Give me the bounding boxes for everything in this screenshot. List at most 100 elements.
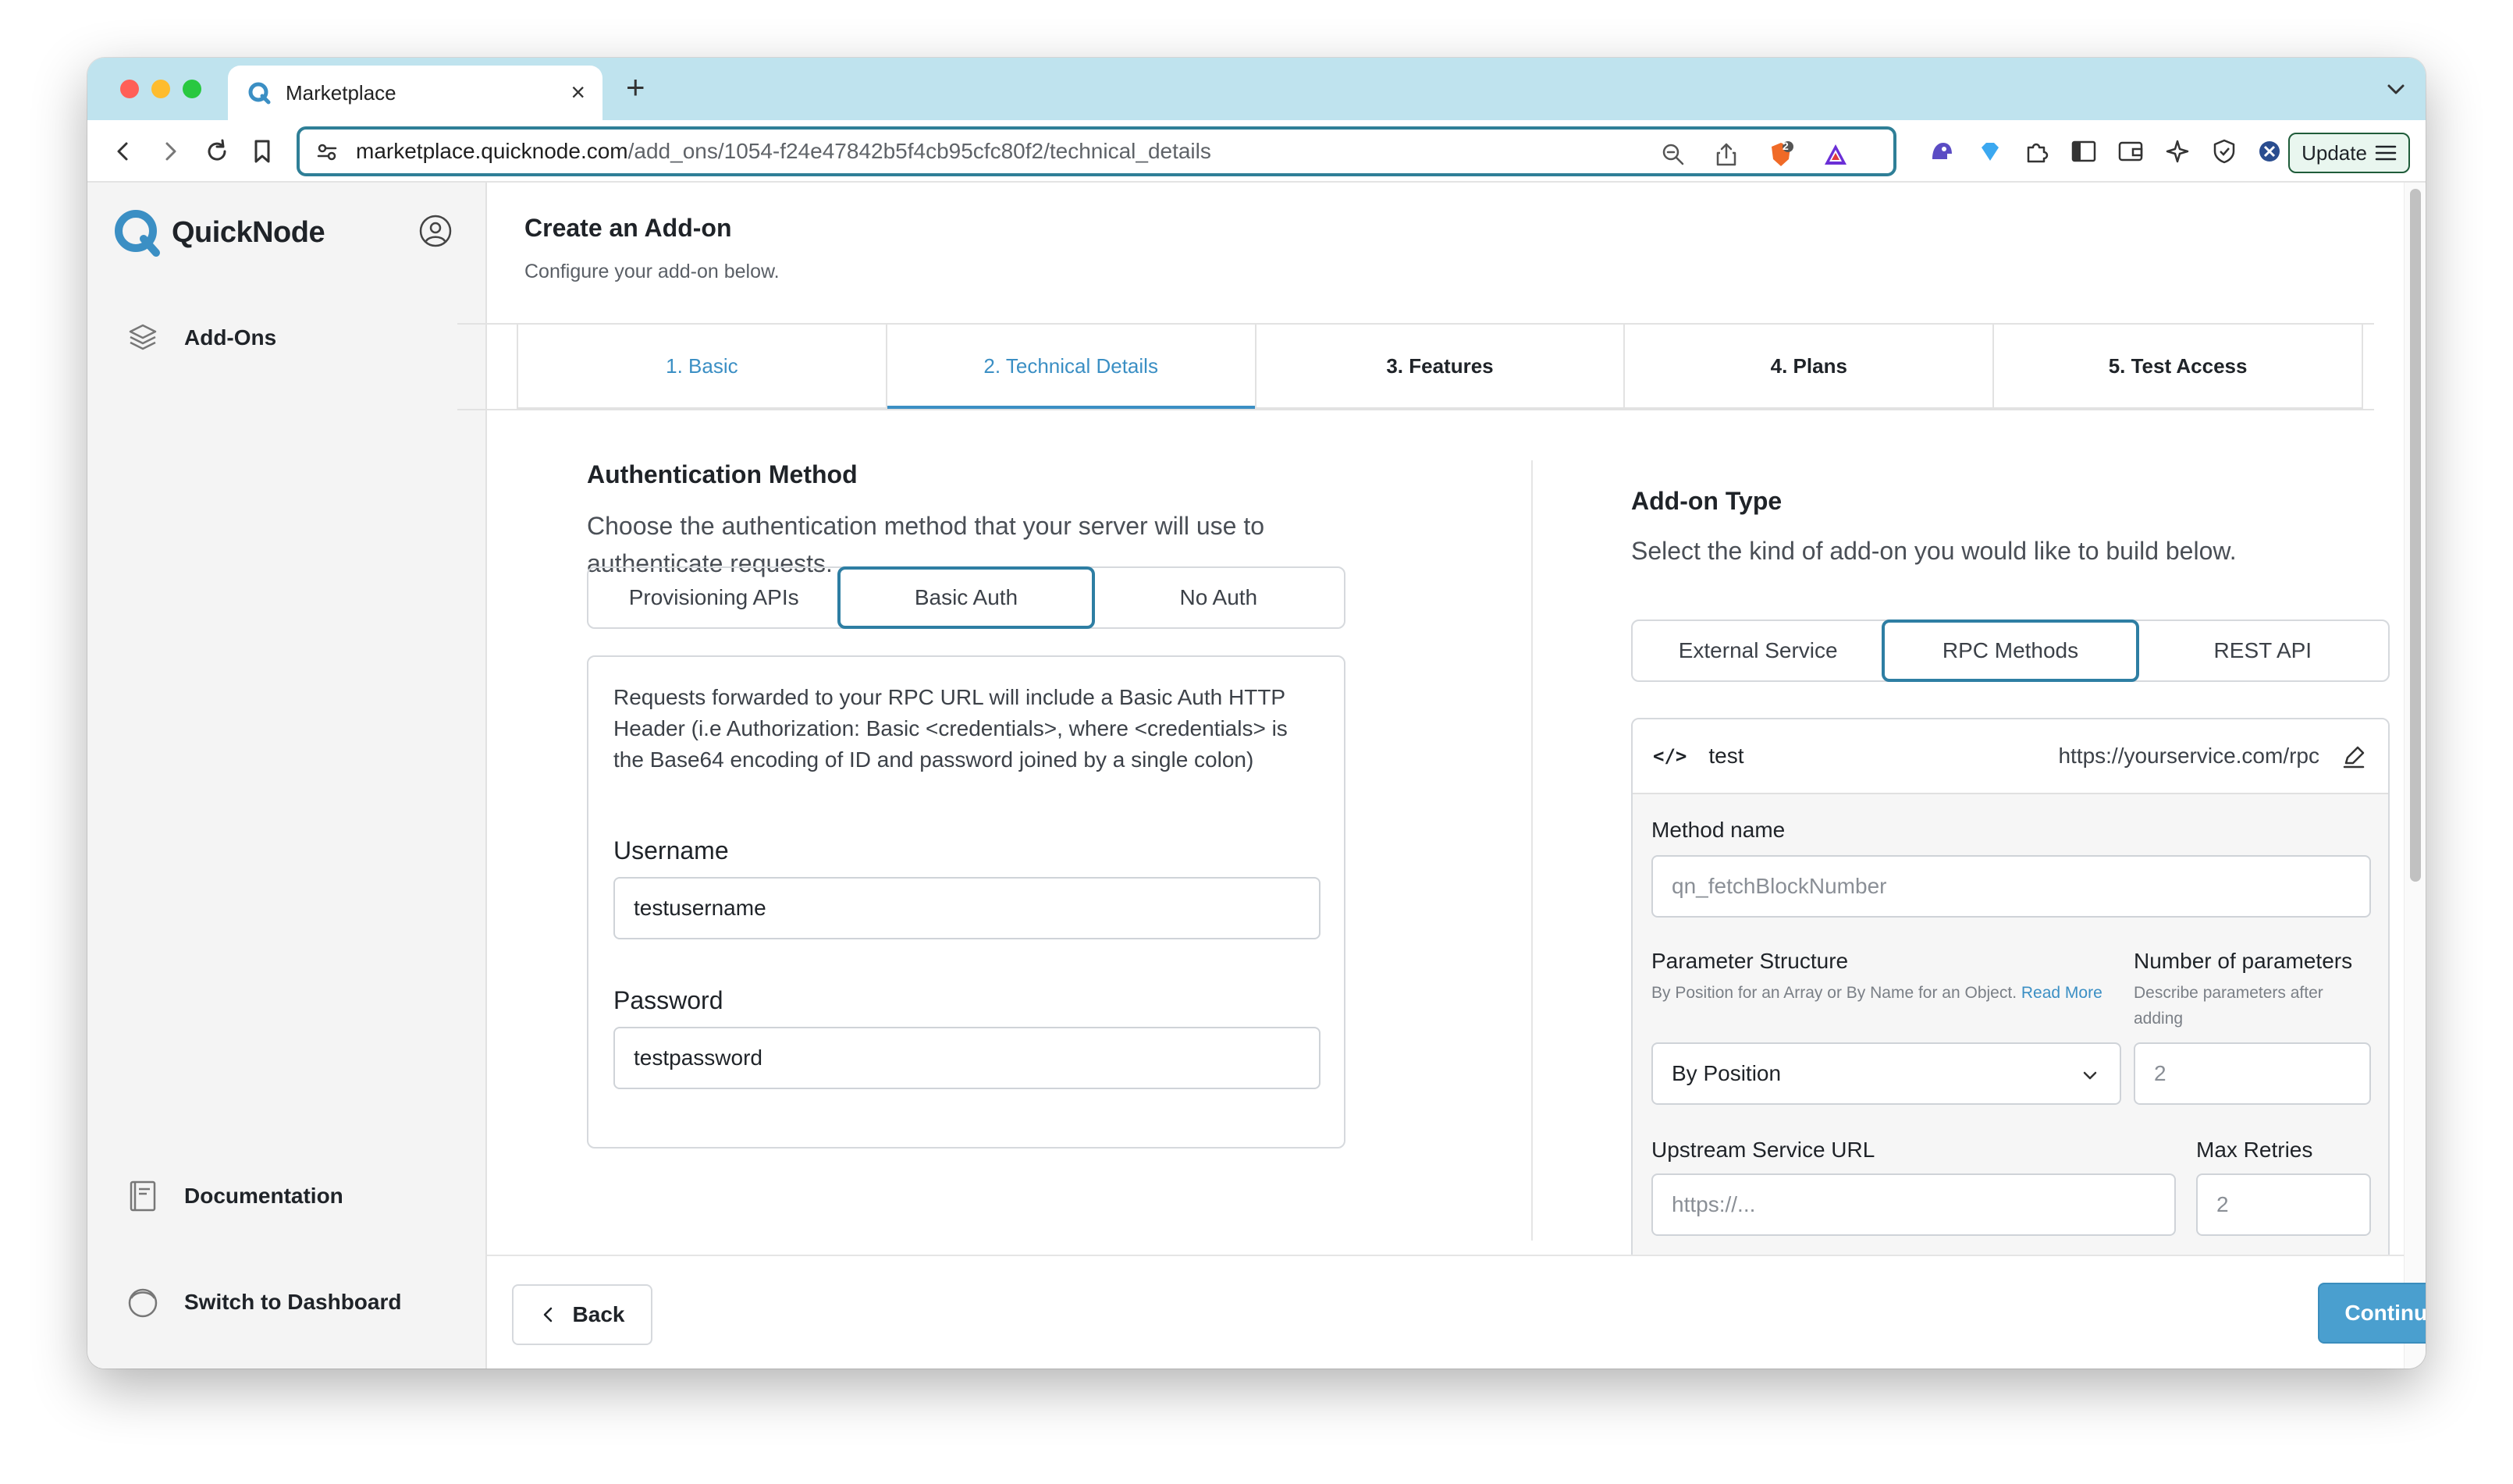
book-icon (125, 1178, 161, 1214)
scrollbar-thumb[interactable] (2410, 189, 2421, 882)
sidebar-item-switch-to-dashboard[interactable]: Switch to Dashboard (125, 1284, 401, 1320)
extensions-puzzle-icon[interactable] (2021, 136, 2053, 167)
basic-auth-card: Requests forwarded to your RPC URL will … (587, 655, 1345, 1149)
upstream-url-input[interactable]: https://... (1651, 1173, 2176, 1236)
auth-method-title: Authentication Method (587, 460, 858, 488)
step-tabs: 1. Basic 2. Technical Details 3. Feature… (517, 323, 2363, 409)
num-params-input[interactable]: 2 (2134, 1042, 2371, 1105)
user-profile-icon[interactable] (418, 214, 453, 248)
page-title: Create an Add-on (524, 214, 732, 242)
divider (457, 409, 2374, 410)
auth-option-no-auth[interactable]: No Auth (1093, 568, 1344, 627)
maximize-window-button[interactable] (183, 80, 201, 98)
auth-method-selector: Provisioning APIs Basic Auth No Auth (587, 566, 1345, 629)
param-structure-help: By Position for an Array or By Name for … (1651, 984, 2102, 1002)
forward-arrow-icon[interactable] (151, 133, 189, 170)
page-subtitle: Configure your add-on below. (524, 261, 780, 282)
tab-test-access[interactable]: 5. Test Access (1992, 325, 2363, 407)
max-retries-label: Max Retries (2196, 1138, 2313, 1162)
brave-shield-icon[interactable]: 2 (1765, 139, 1797, 170)
site-settings-icon[interactable] (315, 140, 339, 164)
share-icon[interactable] (1711, 139, 1742, 170)
quicknode-logo-icon (115, 210, 160, 257)
addon-type-description: Select the kind of add-on you would like… (1631, 537, 2237, 565)
password-label: Password (613, 986, 723, 1014)
update-label: Update (2302, 140, 2367, 165)
sidebar-item-label: Documentation (184, 1184, 343, 1208)
brave-rewards-icon[interactable] (1820, 139, 1851, 170)
update-button[interactable]: Update (2288, 133, 2410, 173)
tab-technical-details[interactable]: 2. Technical Details (885, 325, 1255, 409)
main-content: Create an Add-on Configure your add-on b… (457, 183, 2426, 1369)
read-more-link[interactable]: Read More (2021, 984, 2102, 1002)
app-root: QuickNode Add-Ons Documentation Switch t… (87, 183, 2426, 1369)
menu-icon (2375, 145, 2397, 161)
chevron-down-icon (2083, 1071, 2097, 1080)
addon-type-rest-api[interactable]: REST API (2138, 621, 2388, 680)
code-icon: </> (1653, 745, 1687, 767)
sidebar-item-documentation[interactable]: Documentation (125, 1178, 343, 1214)
address-bar[interactable]: marketplace.quicknode.com/add_ons/1054-f… (297, 126, 1896, 176)
layers-icon (125, 320, 161, 356)
password-input[interactable]: testpassword (613, 1027, 1320, 1089)
addon-type-selector: External Service RPC Methods REST API (1631, 620, 2390, 682)
extension-ghost-icon[interactable] (1926, 136, 1957, 167)
extension-gem-icon[interactable] (1975, 136, 2006, 167)
method-name-input[interactable]: qn_fetchBlockNumber (1651, 855, 2371, 918)
auth-option-provisioning-apis[interactable]: Provisioning APIs (588, 568, 839, 627)
vpn-shield-icon[interactable] (2209, 136, 2240, 167)
auth-option-basic-auth[interactable]: Basic Auth (837, 566, 1095, 629)
rpc-method-url: https://yourservice.com/rpc (2058, 744, 2319, 768)
num-params-help: Describe parameters after adding (2134, 984, 2323, 1028)
extension-x-icon[interactable] (2254, 136, 2285, 167)
new-tab-button[interactable]: + (626, 69, 645, 106)
back-button[interactable]: Back (512, 1284, 652, 1345)
close-window-button[interactable] (120, 80, 139, 98)
browser-tab[interactable]: Marketplace × (228, 66, 602, 120)
scrollbar[interactable] (2404, 183, 2426, 1369)
shield-badge: 2 (1783, 140, 1789, 152)
reload-icon[interactable] (198, 133, 236, 170)
chevron-left-icon (543, 1307, 552, 1322)
tab-title: Marketplace (286, 80, 396, 105)
tab-features[interactable]: 3. Features (1254, 325, 1624, 407)
rpc-method-header[interactable]: </> test https://yourservice.com/rpc (1633, 719, 2388, 794)
url-text: marketplace.quicknode.com/add_ons/1054-f… (356, 139, 1211, 163)
rpc-method-card: </> test https://yourservice.com/rpc Met… (1631, 718, 2390, 1264)
addon-type-rpc-methods[interactable]: RPC Methods (1882, 620, 2139, 682)
sidebar-toggle-icon[interactable] (2068, 136, 2099, 167)
zoom-out-icon[interactable] (1658, 139, 1689, 170)
edit-pencil-icon[interactable] (2340, 743, 2368, 771)
tab-close-icon[interactable]: × (570, 78, 585, 107)
tab-basic[interactable]: 1. Basic (517, 325, 886, 407)
basic-auth-note: Requests forwarded to your RPC URL will … (613, 685, 1288, 772)
browser-tab-bar: Marketplace × + (87, 58, 2426, 120)
browser-toolbar: marketplace.quicknode.com/add_ons/1054-f… (87, 120, 2426, 183)
username-input[interactable]: testusername (613, 877, 1320, 939)
upstream-url-label: Upstream Service URL (1651, 1138, 1875, 1162)
tab-plans[interactable]: 4. Plans (1623, 325, 1992, 407)
back-arrow-icon[interactable] (105, 133, 142, 170)
addon-type-external-service[interactable]: External Service (1633, 621, 1883, 680)
param-structure-select[interactable]: By Position (1651, 1042, 2121, 1105)
sidebar-item-add-ons[interactable]: Add-Ons (125, 320, 276, 356)
minimize-window-button[interactable] (151, 80, 170, 98)
sidebar: QuickNode Add-Ons Documentation Switch t… (87, 183, 487, 1369)
chevron-down-icon[interactable] (2382, 75, 2410, 103)
param-structure-label: Parameter Structure (1651, 949, 1849, 973)
sidebar-item-label: Add-Ons (184, 325, 277, 350)
rpc-method-name: test (1708, 744, 1744, 768)
wallet-icon[interactable] (2115, 136, 2146, 167)
bookmark-icon[interactable] (243, 133, 281, 170)
browser-window: Marketplace × + marketplace.quicknode.co… (87, 58, 2426, 1369)
max-retries-input[interactable]: 2 (2196, 1173, 2371, 1236)
username-label: Username (613, 836, 729, 864)
addon-type-title: Add-on Type (1631, 487, 1783, 515)
brand[interactable]: QuickNode (112, 208, 325, 257)
quicknode-favicon-icon (248, 82, 271, 105)
leo-ai-icon[interactable] (2162, 136, 2193, 167)
continue-button[interactable]: Continue (2318, 1283, 2426, 1344)
param-structure-value: By Position (1672, 1061, 1782, 1085)
sidebar-item-label: Switch to Dashboard (184, 1290, 402, 1314)
column-divider (1531, 460, 1533, 1241)
